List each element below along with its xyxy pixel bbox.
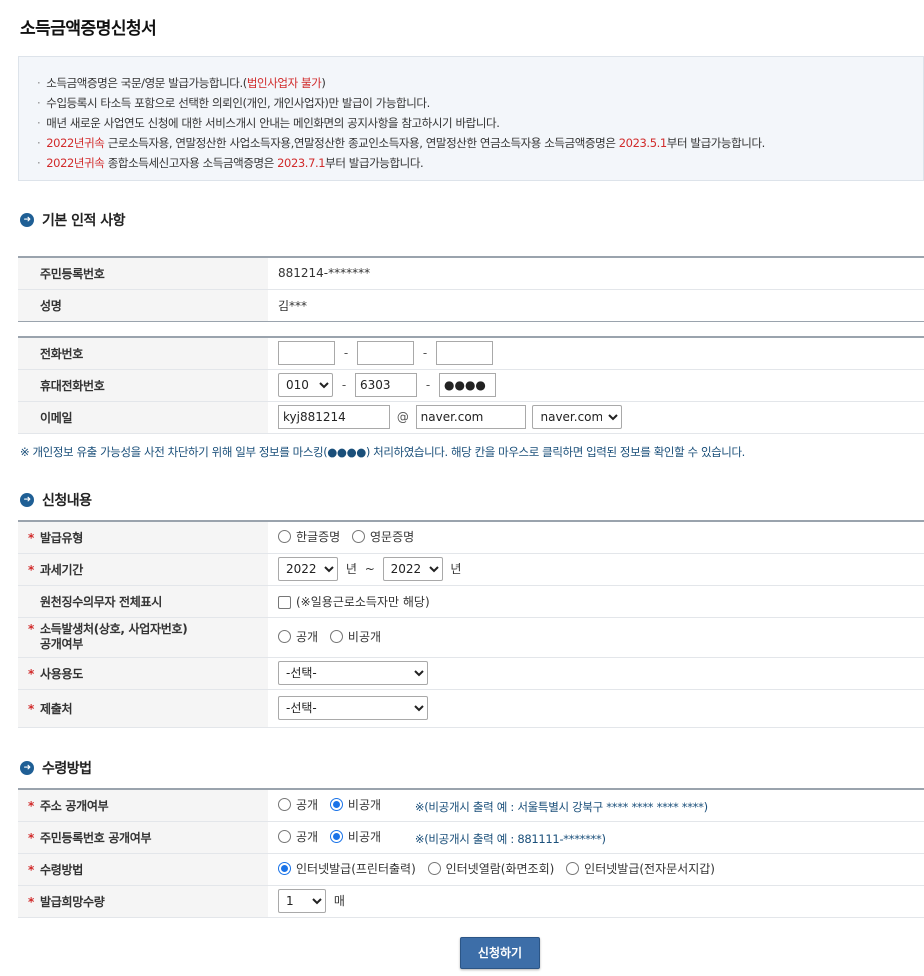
radio-rrn-closed[interactable]: 비공개 (329, 828, 381, 845)
table-row: 주민등록번호 881214-******* (18, 257, 924, 290)
email-domain-select[interactable]: naver.com (532, 405, 623, 429)
withholding-label: 원천징수의무자 전체표시 (18, 585, 268, 618)
phone-label: 전화번호 (18, 337, 268, 370)
notice-box: 소득금액증명은 국문/영문 발급가능합니다.(법인사업자 불가) 수입등록시 타… (18, 56, 924, 181)
issue-type-label: 발급유형 (40, 530, 83, 545)
required-mark: * (28, 622, 34, 636)
section-apply-heading: ➜ 신청내용 (20, 490, 92, 510)
name-label: 성명 (18, 289, 268, 321)
mobile-field-3[interactable] (439, 373, 496, 397)
notice-item: 수입등록시 타소득 포함으로 선택한 의뢰인(개인, 개인사업자)만 발급이 가… (37, 93, 923, 113)
notice-item: 2022년귀속 근로소득자용, 연말정산한 사업소득자용,연말정산한 종교인소득… (37, 133, 923, 153)
arrow-circle-icon: ➜ (20, 761, 34, 775)
apply-table: * 발급유형 한글증명 영문증명 * 과세기간 2022 년 ~ 2022 년 원천… (18, 520, 924, 728)
table-row: * 사용용도 -선택- (18, 657, 924, 690)
notice-item: 소득금액증명은 국문/영문 발급가능합니다.(법인사업자 불가) (37, 73, 923, 93)
count-unit: 매 (333, 894, 345, 908)
phone-field-1[interactable] (278, 341, 335, 366)
table-row: * 발급유형 한글증명 영문증명 (18, 521, 924, 554)
submit-to-select[interactable]: -선택- (278, 696, 428, 720)
receive-table: * 주소 공개여부 공개 비공개 ※(비공개시 출력 예 : 서울특별시 강북구 … (18, 788, 924, 918)
required-mark: * (28, 798, 34, 813)
submit-button[interactable]: 신청하기 (460, 937, 540, 969)
source-label-2: 공개여부 (40, 637, 83, 651)
required-mark: * (28, 701, 34, 716)
radio-source-closed[interactable]: 비공개 (329, 628, 381, 645)
radio-address-closed[interactable]: 비공개 (329, 796, 381, 813)
section-receive-heading: ➜ 수령방법 (20, 758, 92, 778)
required-mark: * (28, 562, 34, 577)
required-mark: * (28, 666, 34, 681)
table-row: * 수령방법 인터넷발급(프린터출력) 인터넷열람(화면조회) 인터넷발급(전자문… (18, 853, 924, 886)
name-value: 김*** (278, 298, 308, 313)
submit-to-label: 제출처 (40, 701, 73, 716)
basic-info-table: 주민등록번호 881214-******* 성명 김*** (18, 256, 924, 322)
required-mark: * (28, 530, 34, 545)
rrn-label: 주민등록번호 (18, 257, 268, 290)
email-label: 이메일 (18, 401, 268, 434)
address-note: ※(비공개시 출력 예 : 서울특별시 강북구 **** **** **** *… (414, 799, 708, 814)
table-row: * 주민등록번호 공개여부 공개 비공개 ※(비공개시 출력 예 : 881111… (18, 821, 924, 854)
arrow-circle-icon: ➜ (20, 213, 34, 227)
radio-method-print[interactable]: 인터넷발급(프린터출력) (278, 860, 416, 877)
masking-notice: ※ 개인정보 유출 가능성을 사전 차단하기 위해 일부 정보를 마스킹(●●●… (20, 445, 745, 459)
dash: - (425, 378, 431, 392)
table-row: * 발급희망수량 1 매 (18, 885, 924, 918)
table-row: 원천징수의무자 전체표시 (※일용근로소득자만 해당) (18, 585, 924, 618)
year-to-select[interactable]: 2022 (382, 557, 443, 581)
radio-korean[interactable]: 한글증명 (278, 528, 340, 545)
count-label: 발급희망수량 (40, 894, 105, 909)
required-mark: * (28, 830, 34, 845)
rrn-note: ※(비공개시 출력 예 : 881111-*******) (414, 831, 606, 846)
source-label: 소득발생처(상호, 사업자번호) (40, 622, 188, 636)
period-label: 과세기간 (40, 562, 83, 577)
dash: - (341, 378, 347, 392)
email-domain-field[interactable] (415, 405, 526, 429)
table-row: * 과세기간 2022 년 ~ 2022 년 (18, 553, 924, 586)
notice-item: 2022년귀속 종합소득세신고자용 소득금액증명은 2023.7.1부터 발급가… (37, 153, 923, 173)
rrn-open-label: 주민등록번호 공개여부 (40, 830, 152, 845)
table-row: * 소득발생처(상호, 사업자번호) 공개여부 공개 비공개 (18, 617, 924, 658)
dash: - (422, 346, 428, 361)
withholding-note: (※일용근로소득자만 해당) (296, 594, 430, 609)
table-row: 전화번호 - - (18, 337, 924, 370)
radio-english[interactable]: 영문증명 (352, 528, 414, 545)
table-row: * 주소 공개여부 공개 비공개 ※(비공개시 출력 예 : 서울특별시 강북구 … (18, 789, 924, 822)
year-unit: 년 (450, 562, 462, 576)
mobile-field-2[interactable] (355, 373, 417, 397)
email-id-field[interactable] (278, 405, 390, 429)
at-sign: @ (396, 410, 409, 424)
page-title: 소득금액증명신청서 (20, 19, 157, 39)
arrow-circle-icon: ➜ (20, 493, 34, 507)
radio-rrn-open[interactable]: 공개 (278, 828, 318, 845)
phone-field-2[interactable] (357, 341, 414, 366)
range-tilde: ~ (364, 562, 375, 576)
count-select[interactable]: 1 (278, 889, 326, 913)
mobile-prefix-select[interactable]: 010 (278, 373, 333, 397)
required-mark: * (28, 894, 34, 909)
radio-method-wallet[interactable]: 인터넷발급(전자문서지갑) (566, 860, 715, 877)
radio-source-open[interactable]: 공개 (278, 628, 318, 645)
radio-method-view[interactable]: 인터넷열람(화면조회) (427, 860, 554, 877)
year-from-select[interactable]: 2022 (278, 557, 338, 581)
method-label: 수령방법 (40, 862, 83, 877)
year-unit: 년 (345, 562, 357, 576)
dash: - (343, 346, 349, 361)
contact-table: 전화번호 - - 휴대전화번호 010 - - 이메일 @ naver.com (18, 336, 924, 434)
table-row: * 제출처 -선택- (18, 689, 924, 728)
notice-item: 매년 새로운 사업연도 신청에 대한 서비스개시 안내는 메인화면의 공지사항을… (37, 113, 923, 133)
mobile-label: 휴대전화번호 (18, 369, 268, 402)
usage-label: 사용용도 (40, 666, 83, 681)
usage-select[interactable]: -선택- (278, 661, 428, 685)
required-mark: * (28, 862, 34, 877)
address-open-label: 주소 공개여부 (40, 798, 109, 813)
table-row: 이메일 @ naver.com (18, 401, 924, 434)
withholding-checkbox[interactable] (278, 595, 291, 609)
section-basic-heading: ➜ 기본 인적 사항 (20, 210, 126, 230)
phone-field-3[interactable] (436, 341, 493, 366)
table-row: 휴대전화번호 010 - - (18, 369, 924, 402)
rrn-value: 881214-******* (268, 257, 924, 290)
radio-address-open[interactable]: 공개 (278, 796, 318, 813)
table-row: 성명 김*** (18, 289, 924, 321)
